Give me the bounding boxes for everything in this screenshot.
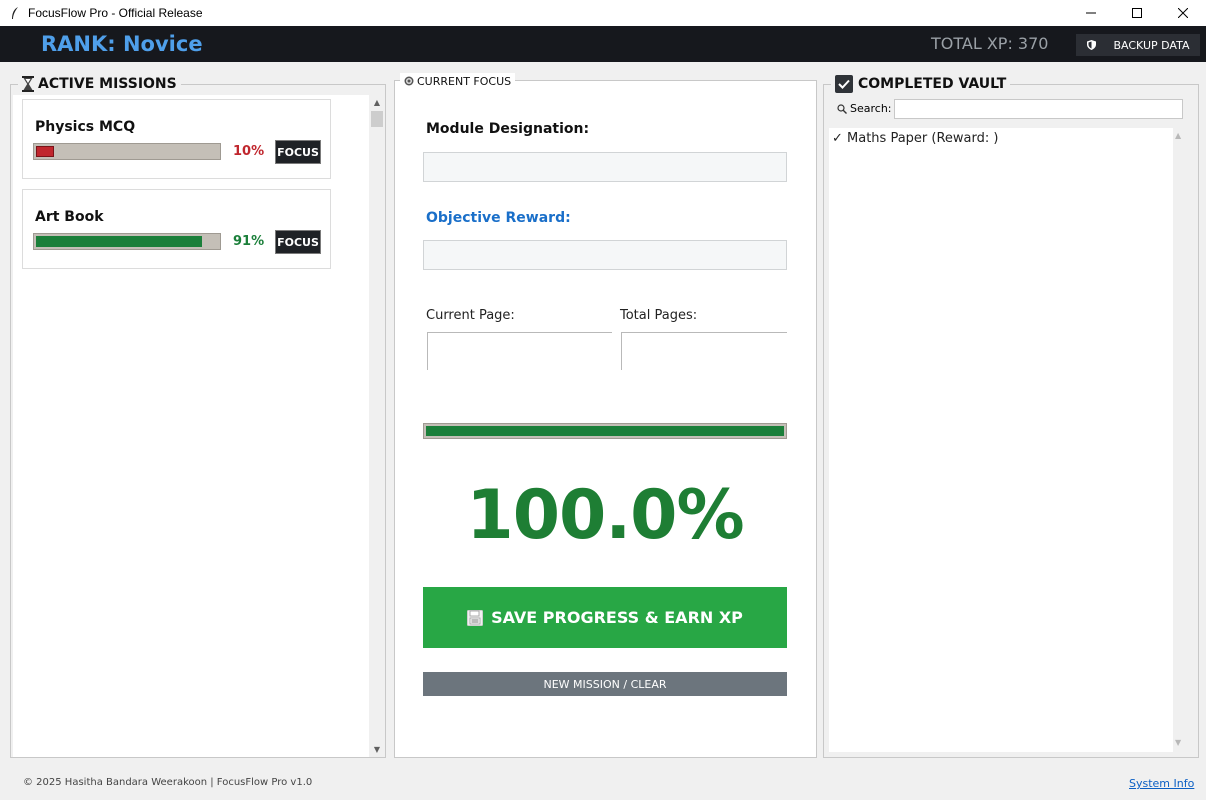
focus-button[interactable]: FOCUS: [275, 140, 321, 164]
scroll-down-icon[interactable]: ▼: [371, 743, 383, 755]
search-icon: [837, 103, 847, 114]
app-header: RANK: Novice TOTAL XP: 370 BACKUP DATA: [0, 26, 1206, 62]
focus-progress-bar: [423, 423, 787, 439]
completed-vault-header: COMPLETED VAULT: [831, 74, 1011, 94]
copyright-text: © 2025 Hasitha Bandara Weerakoon | Focus…: [23, 777, 313, 788]
window-controls: [1068, 0, 1206, 26]
mission-percent: 10%: [233, 144, 265, 159]
vault-scrollbar[interactable]: ▲ ▼: [1173, 128, 1187, 752]
scroll-up-icon[interactable]: ▲: [1175, 131, 1181, 140]
search-label-group: Search:: [837, 102, 892, 115]
vault-list-item[interactable]: ✓ Maths Paper (Reward: ): [832, 131, 998, 146]
focus-button[interactable]: FOCUS: [275, 230, 321, 254]
mission-progress-fill: [36, 236, 202, 247]
mission-progress-bar: [33, 233, 221, 250]
mission-progress-bar: [33, 143, 221, 160]
focus-percent: 100.0%: [466, 476, 744, 555]
feather-icon: [8, 6, 22, 20]
mission-name: Physics MCQ: [35, 119, 136, 135]
save-progress-button[interactable]: SAVE PROGRESS & EARN XP: [423, 587, 787, 648]
mission-progress-fill: [36, 146, 54, 157]
window-titlebar: FocusFlow Pro - Official Release: [0, 0, 1206, 26]
current-focus-header: CURRENT FOCUS: [400, 73, 516, 89]
target-icon: [404, 76, 414, 86]
close-button[interactable]: [1160, 0, 1206, 26]
mission-card[interactable]: Physics MCQ 10% FOCUS: [22, 99, 331, 179]
module-designation-input[interactable]: [423, 152, 787, 182]
maximize-button[interactable]: [1114, 0, 1160, 26]
current-focus-title: CURRENT FOCUS: [417, 74, 512, 88]
current-page-input[interactable]: [427, 332, 612, 370]
active-missions-header: ACTIVE MISSIONS: [18, 74, 181, 94]
checkbox-icon: [835, 75, 853, 93]
save-progress-label: SAVE PROGRESS & EARN XP: [491, 608, 743, 627]
shield-icon: [1086, 40, 1096, 50]
scroll-down-icon[interactable]: ▼: [1175, 738, 1181, 747]
total-xp-label: TOTAL XP: 370: [931, 34, 1049, 53]
backup-data-label: BACKUP DATA: [1113, 38, 1190, 52]
missions-scrollbar[interactable]: [369, 95, 385, 757]
missions-scroll-thumb[interactable]: [371, 111, 383, 127]
backup-data-button[interactable]: BACKUP DATA: [1076, 34, 1200, 56]
focus-progress-fill: [426, 426, 784, 436]
mission-card[interactable]: Art Book 91% FOCUS: [22, 189, 331, 269]
completed-vault-list: [829, 128, 1173, 752]
total-pages-input[interactable]: [621, 332, 787, 370]
completed-vault-title: COMPLETED VAULT: [858, 76, 1007, 92]
vault-search-input[interactable]: [894, 99, 1183, 119]
total-pages-label: Total Pages:: [620, 308, 698, 323]
hourglass-icon: [22, 76, 34, 92]
objective-reward-input[interactable]: [423, 240, 787, 270]
active-missions-title: ACTIVE MISSIONS: [38, 76, 177, 92]
module-designation-label: Module Designation:: [426, 121, 590, 137]
floppy-icon: [467, 609, 484, 626]
current-page-label: Current Page:: [426, 308, 515, 323]
objective-reward-label: Objective Reward:: [426, 210, 571, 226]
window-title: FocusFlow Pro - Official Release: [28, 6, 203, 20]
minimize-button[interactable]: [1068, 0, 1114, 26]
scroll-up-icon[interactable]: ▲: [371, 96, 383, 108]
search-label: Search:: [850, 102, 892, 115]
new-mission-clear-button[interactable]: NEW MISSION / CLEAR: [423, 672, 787, 696]
mission-name: Art Book: [35, 209, 104, 225]
rank-label: RANK: Novice: [41, 32, 203, 56]
mission-percent: 91%: [233, 234, 265, 249]
system-info-link[interactable]: System Info: [1129, 777, 1194, 790]
